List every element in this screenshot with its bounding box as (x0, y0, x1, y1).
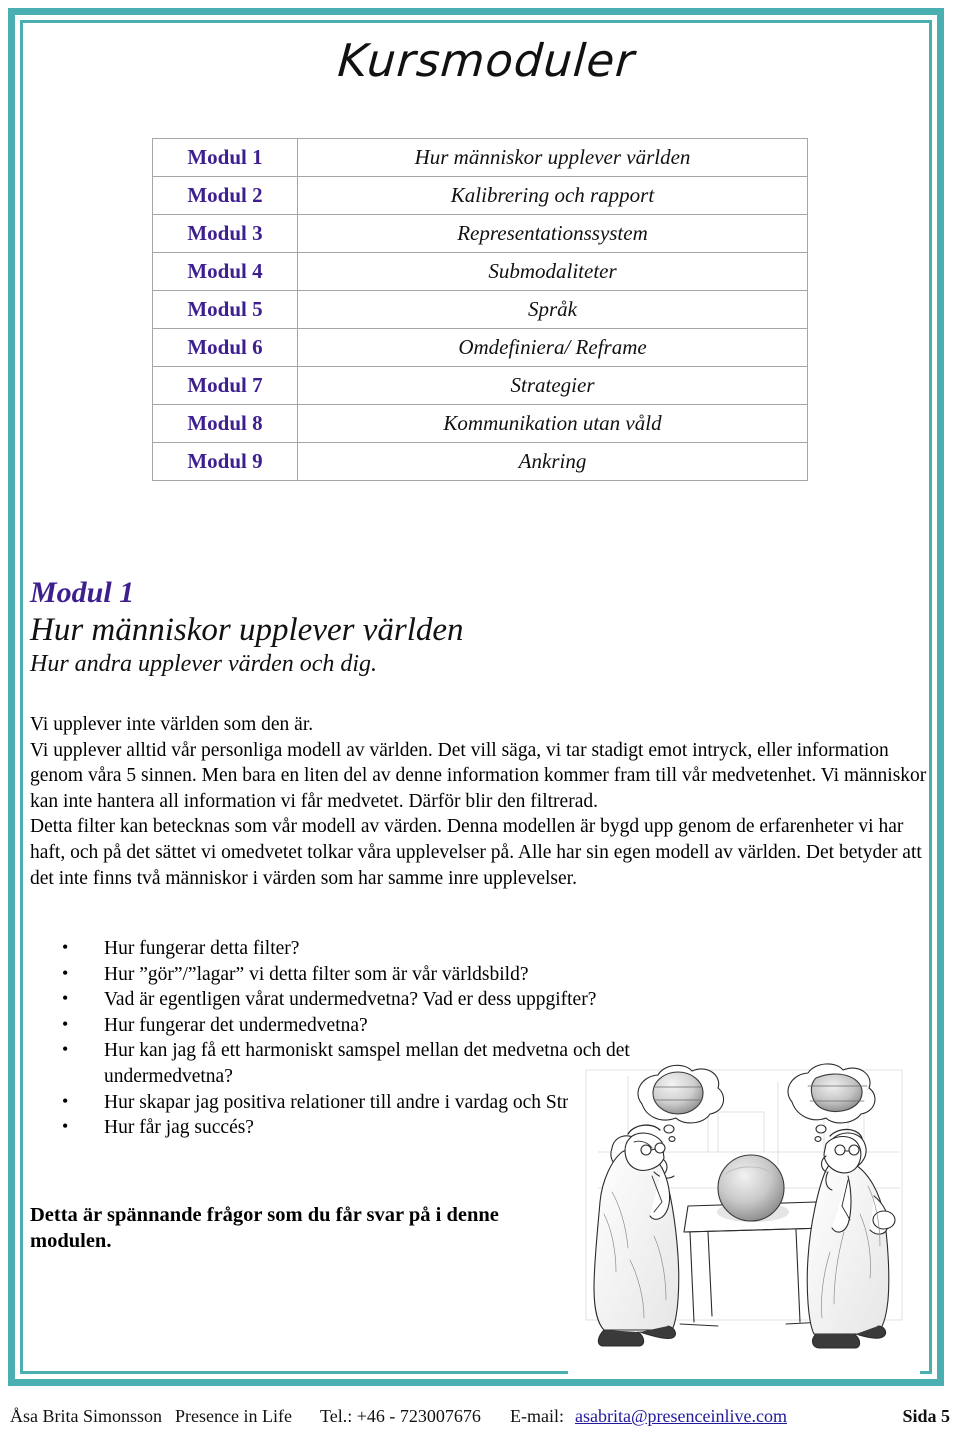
list-item: Vad är egentligen vårat undermedvetna? V… (62, 986, 682, 1013)
table-row: Modul 2 Kalibrering och rapport (152, 176, 808, 215)
module-number-cell: Modul 1 (152, 138, 298, 177)
closing-note: Detta är spännande frågor som du får sva… (30, 1204, 499, 1252)
list-item: Hur fungerar det undermedvetna? (62, 1012, 682, 1039)
module-number-cell: Modul 8 (152, 404, 298, 443)
table-row: Modul 8 Kommunikation utan våld (152, 404, 808, 443)
footer-author: Åsa Brita Simonsson (10, 1406, 163, 1426)
module-heading-kicker: Modul 1 (30, 576, 135, 609)
table-row: Modul 7 Strategier (152, 366, 808, 405)
module-number-cell: Modul 6 (152, 328, 298, 367)
page-footer: Åsa Brita Simonsson Presence in Life Tel… (0, 1404, 960, 1438)
table-row: Modul 6 Omdefiniera/ Reframe (152, 328, 808, 367)
body-paragraph-1: Vi upplever alltid vår personliga modell… (30, 739, 927, 812)
module-heading-subtitle: Hur andra upplever värden och dig. (30, 650, 378, 677)
body-lead-line: Vi upplever inte världen som den är. (30, 714, 314, 735)
footer-page-number: Sida 5 (902, 1406, 950, 1426)
perception-illustration-drawing (568, 1056, 920, 1374)
course-modules-table: Modul 1 Hur människor upplever världen M… (152, 138, 808, 481)
list-item: Hur ”gör”/”lagar” vi detta filter som är… (62, 961, 682, 988)
perception-illustration (568, 1056, 920, 1374)
body-paragraph-2: Detta filter kan betecknas som vår model… (30, 816, 922, 889)
module-title-cell: Språk (297, 290, 808, 329)
module-number-cell: Modul 9 (152, 442, 298, 481)
table-row: Modul 5 Språk (152, 290, 808, 329)
footer-email-link[interactable]: asabrita@presenceinlive.com (575, 1406, 787, 1427)
module-number-cell: Modul 2 (152, 176, 298, 215)
module-heading-block: Modul 1 Hur människor upplever världen H… (30, 576, 730, 679)
module-number-cell: Modul 7 (152, 366, 298, 405)
footer-company: Presence in Life (175, 1406, 292, 1426)
module-title-cell: Representationssystem (297, 214, 808, 253)
module-title-cell: Ankring (297, 442, 808, 481)
body-copy: Vi upplever inte världen som den är. Vi … (30, 712, 930, 891)
module-title-cell: Submodaliteter (297, 252, 808, 291)
course-modules-table-body: Modul 1 Hur människor upplever världen M… (152, 138, 808, 481)
module-heading-title: Hur människor upplever världen (30, 611, 464, 648)
footer-email-label: E-mail: (510, 1406, 564, 1426)
module-title-cell: Strategier (297, 366, 808, 405)
table-row: Modul 4 Submodaliteter (152, 252, 808, 291)
list-item: Hur fungerar detta filter? (62, 935, 682, 962)
page-title: Kursmoduler (336, 34, 637, 87)
module-number-cell: Modul 5 (152, 290, 298, 329)
module-title-cell: Kalibrering och rapport (297, 176, 808, 215)
page-content: Kursmoduler Modul 1 Hur människor upplev… (0, 0, 960, 1390)
module-title-cell: Kommunikation utan våld (297, 404, 808, 443)
module-title-cell: Omdefiniera/ Reframe (297, 328, 808, 367)
table-row: Modul 3 Representationssystem (152, 214, 808, 253)
table-row: Modul 1 Hur människor upplever världen (152, 138, 808, 177)
module-number-cell: Modul 4 (152, 252, 298, 291)
footer-telephone: Tel.: +46 - 723007676 (320, 1406, 481, 1426)
table-row: Modul 9 Ankring (152, 442, 808, 481)
module-title-cell: Hur människor upplever världen (297, 138, 808, 177)
module-number-cell: Modul 3 (152, 214, 298, 253)
